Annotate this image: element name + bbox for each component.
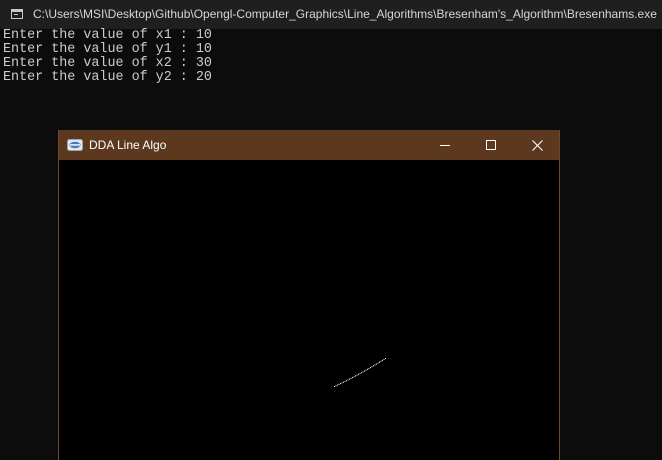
line-pixel [340, 383, 341, 385]
line-pixel [377, 362, 379, 364]
line-pixel [355, 375, 356, 377]
glut-window-title: DDA Line Algo [89, 138, 167, 152]
line-pixel [359, 373, 361, 375]
line-pixel [362, 371, 364, 373]
line-pixel [385, 358, 386, 359]
line-pixel [346, 380, 347, 382]
line-pixel [343, 381, 344, 383]
line-pixel [371, 366, 373, 368]
glut-app-icon [67, 139, 83, 151]
line-pixel [358, 373, 359, 375]
maximize-icon [486, 140, 496, 150]
maximize-button[interactable] [468, 130, 514, 160]
line-pixel [383, 358, 385, 360]
line-pixel [373, 365, 374, 367]
glut-render-canvas [59, 160, 559, 460]
console-titlebar[interactable]: C:\Users\MSI\Desktop\Github\Opengl-Compu… [0, 0, 662, 29]
close-icon [531, 139, 543, 151]
line-pixel [361, 372, 362, 374]
console-line: Enter the value of x2 : 30 [3, 56, 212, 71]
line-pixel [365, 369, 367, 371]
line-pixel [341, 382, 343, 384]
line-pixel [344, 380, 346, 382]
rasterized-line [334, 358, 386, 387]
line-pixel [352, 377, 353, 379]
glut-titlebar[interactable]: DDA Line Algo [59, 130, 559, 160]
line-pixel [374, 364, 376, 366]
line-pixel [382, 359, 383, 361]
line-pixel [335, 385, 337, 387]
line-pixel [334, 386, 335, 387]
glut-window: DDA Line Algo [58, 130, 560, 460]
console-line: Enter the value of x1 : 10 [3, 28, 212, 43]
line-pixel [370, 367, 371, 369]
line-pixel [379, 361, 380, 363]
line-pixel [337, 384, 338, 386]
console-line: Enter the value of y2 : 20 [3, 70, 212, 85]
console-output: Enter the value of x1 : 10 Enter the val… [3, 29, 212, 85]
line-pixel [367, 368, 368, 370]
console-app-icon [11, 9, 23, 19]
line-pixel [353, 376, 355, 378]
line-pixel [350, 377, 352, 379]
console-line: Enter the value of y1 : 10 [3, 42, 212, 57]
line-pixel [376, 363, 377, 365]
line-pixel [364, 370, 365, 372]
close-button[interactable] [514, 130, 560, 160]
line-pixel [349, 378, 350, 380]
console-title: C:\Users\MSI\Desktop\Github\Opengl-Compu… [33, 7, 657, 21]
minimize-button[interactable] [422, 130, 468, 160]
line-pixel [356, 374, 358, 376]
line-pixel [380, 360, 382, 362]
line-pixel [347, 379, 349, 381]
line-pixel [368, 368, 370, 369]
line-pixel [338, 383, 340, 385]
minimize-icon [440, 145, 450, 146]
